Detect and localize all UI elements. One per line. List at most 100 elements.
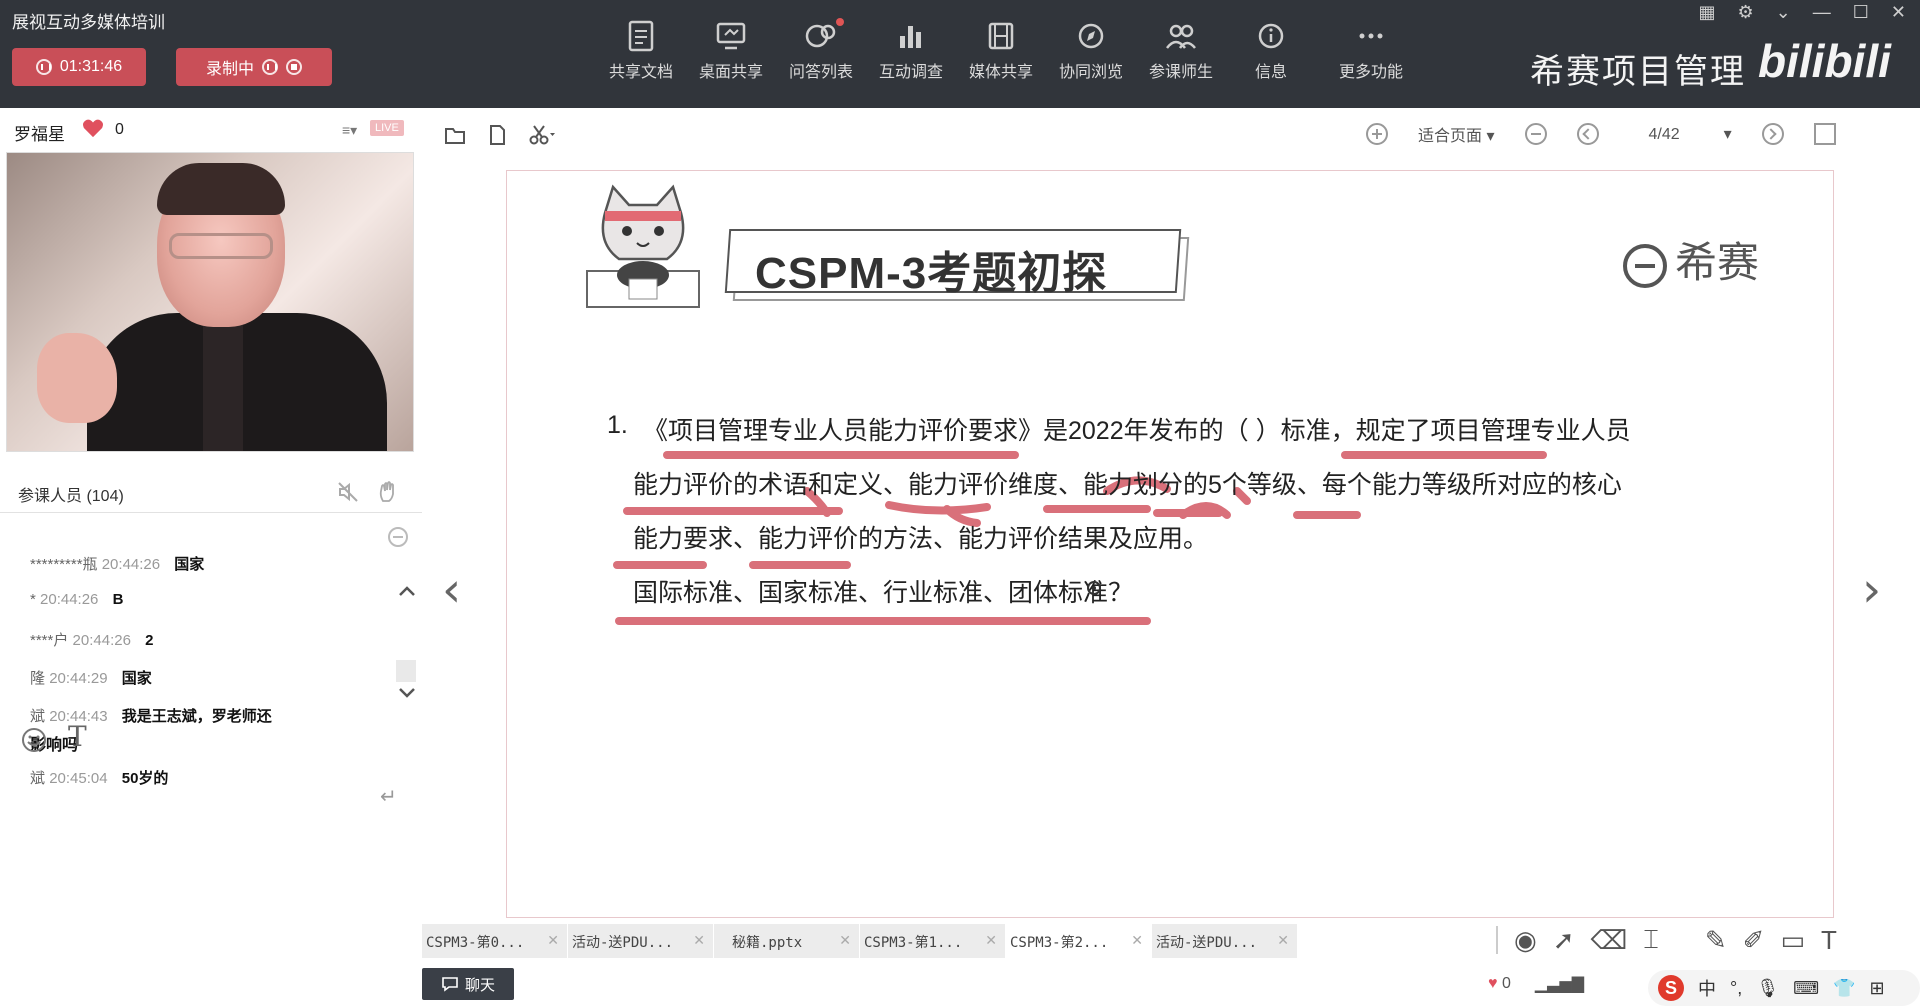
toolbar-participants[interactable]: 参课师生 [1136,16,1226,82]
bilibili-logo: bilibili [1758,35,1891,87]
scroll-down-icon[interactable] [398,686,416,700]
fullscreen-icon[interactable] [1813,123,1836,145]
skin-shirt-icon[interactable]: 👕 [1833,978,1855,999]
rectangle-tool-icon[interactable]: ▭ [1780,925,1805,956]
record-dot-icon[interactable]: ◉ [1514,925,1537,956]
tab-close-icon[interactable]: ✕ [985,932,997,949]
media-film-icon [988,22,1014,50]
chat-text: 50岁的 [121,770,169,787]
doc-tab[interactable]: CSPM3-第1... ✕ [860,924,1006,958]
doc-tab[interactable]: CSPM3-第0... ✕ [422,924,568,958]
highlighter-icon[interactable]: ✎ [1705,925,1727,956]
doc-tab-active[interactable]: CSPM3-第2... ✕ [1006,924,1152,958]
toolbar-desktop-share[interactable]: 桌面共享 [686,16,776,82]
doc-tab[interactable]: 活动-送PDU... ✕ [1152,924,1298,958]
toolbar-info[interactable]: 信息 [1226,16,1316,82]
recording-stop-icon[interactable] [286,59,302,75]
emoji-icon[interactable] [20,726,48,754]
font-format-icon[interactable]: T [68,720,87,753]
keyboard-icon[interactable]: ⌨ [1793,978,1819,999]
session-timer[interactable]: 01:31:46 [12,48,146,86]
scissors-icon[interactable] [528,124,556,146]
toolbar-co-browse[interactable]: 协同浏览 [1046,16,1136,82]
minimize-icon[interactable]: — [1813,2,1831,23]
live-badge: LIVE [370,120,404,136]
ime-mode[interactable]: 中 [1698,975,1716,1001]
ime-toolbar[interactable]: S 中 °, 🎙 ⌨ 👕 ⊞ [1648,970,1920,1006]
clear-board-icon[interactable]: ⌶ [1643,924,1659,956]
eraser-icon[interactable]: ⌫ [1590,925,1627,956]
text-tool-icon[interactable]: T [1821,925,1837,956]
layout-icon[interactable]: ▦ [1699,2,1716,23]
list-menu-icon[interactable]: ≡▾ [342,122,357,139]
slide-logo: 希赛 [1623,229,1759,290]
document-icon [628,20,654,52]
maximize-icon[interactable]: ☐ [1853,2,1869,23]
question-text-line-3: 能力要求、能力评价的方法、能力评价结果及应用。 [633,525,1209,553]
raise-hand-icon[interactable] [376,480,400,504]
doc-tab[interactable]: 秘籍.pptx ✕ [714,924,860,958]
ime-grid-icon[interactable]: ⊞ [1869,978,1884,999]
next-slide-arrow[interactable]: › [1862,562,1881,618]
main-toolbar: 共享文档 桌面共享 问答列表 互动调查 媒体共享 协同浏览 参课师生 信息 更多… [596,16,1426,82]
heart-icon[interactable] [82,118,104,138]
window-controls: ▦ ⚙ ⌄ — ☐ ✕ [1699,2,1906,23]
toolbar-shared-document[interactable]: 共享文档 [596,16,686,82]
toolbar-label: 信息 [1254,64,1287,81]
signal-bars-icon: ▁▃▅▇ [1534,976,1585,993]
folder-icon[interactable] [444,124,466,146]
chat-user: 斌 [30,770,46,787]
new-file-icon[interactable] [486,124,508,146]
toolbar-qa-list[interactable]: 问答列表 [776,16,866,82]
zoom-out-icon[interactable] [1524,123,1547,145]
slide-title: CSPM-3考题初探 [755,249,1108,298]
toolbar-label: 更多功能 [1338,64,1403,81]
prev-page-icon[interactable] [1576,123,1599,145]
doc-tab[interactable]: 活动-送PDU... ✕ [568,924,714,958]
tab-close-icon[interactable]: ✕ [839,932,851,949]
tab-close-icon[interactable]: ✕ [693,932,705,949]
toolbar-label: 媒体共享 [968,64,1033,81]
toolbar-media-share[interactable]: 媒体共享 [956,16,1046,82]
chat-user: * [30,591,36,608]
next-page-icon[interactable] [1761,123,1784,145]
doc-tab-label: CSPM3-第0... [426,935,525,951]
punctuation-icon[interactable]: °, [1730,978,1742,999]
chat-panel: *********瓶 20:44:26 国家 * 20:44:26 B ****… [0,512,422,892]
desktop-share-icon [716,22,746,50]
close-icon[interactable]: ✕ [1891,2,1906,23]
tab-close-icon[interactable]: ✕ [1277,932,1289,949]
chevron-down-icon[interactable]: ⌄ [1776,2,1791,23]
microphone-icon[interactable]: 🎙 [1756,978,1779,999]
tab-close-icon[interactable]: ✕ [547,932,559,949]
chat-scrollbar-thumb[interactable] [396,660,416,682]
chat-button-label: 聊天 [464,976,495,994]
attendee-count[interactable]: 参课人员 (104) [18,482,124,506]
presenter-row: 罗福星 0 ≡▾ LIVE [0,108,422,148]
toolbar-survey[interactable]: 互动调查 [866,16,956,82]
collapse-icon[interactable] [388,527,408,547]
zoom-mode-select[interactable]: 适合页面 ▾ [1418,122,1495,146]
sogou-ime-icon[interactable]: S [1658,975,1684,1001]
send-icon[interactable]: ↵ [380,784,397,809]
prev-slide-arrow[interactable]: ‹ [442,562,461,618]
toolbar-more[interactable]: 更多功能 [1316,16,1426,82]
tool-separator [1496,926,1498,954]
status-like[interactable]: ♥ 0 [1488,975,1511,993]
cursor-arrow-icon[interactable]: ➚ [1553,925,1575,956]
page-select[interactable]: 4/42 ▾ [1649,124,1732,144]
document-tools [444,124,556,146]
recording-button[interactable]: 录制中 [176,48,332,86]
video-hair-shape [157,163,285,215]
chat-button[interactable]: 聊天 [422,968,514,1000]
tab-close-icon[interactable]: ✕ [1131,932,1143,949]
zoom-in-icon[interactable] [1366,123,1388,145]
mute-all-icon[interactable] [336,480,360,504]
recording-label: 录制中 [205,61,254,78]
recording-pause-icon[interactable] [262,59,278,75]
scroll-up-icon[interactable] [398,584,416,598]
settings-gear-icon[interactable]: ⚙ [1738,2,1754,23]
presenter-name: 罗福星 [14,125,65,144]
pen-icon[interactable]: ✐ [1743,925,1765,956]
attendee-row: 参课人员 (104) [0,472,422,512]
